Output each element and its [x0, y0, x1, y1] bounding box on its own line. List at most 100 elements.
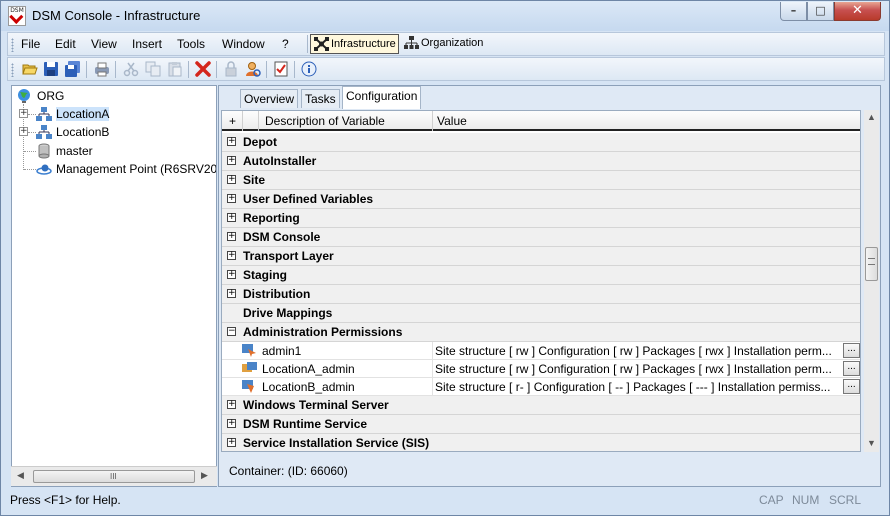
expand-box[interactable]: + [227, 438, 236, 447]
menu-view[interactable]: View [91, 37, 117, 51]
column-header-description[interactable]: Description of Variable [265, 114, 385, 128]
group-row-drive-mappings[interactable]: Drive Mappings [222, 304, 860, 323]
group-row-dsm-console[interactable]: + DSM Console [222, 228, 860, 247]
menu-insert[interactable]: Insert [132, 37, 162, 51]
group-row-site[interactable]: + Site [222, 171, 860, 190]
toolbar-separator [115, 61, 116, 78]
tree-item-label: Management Point (R6SRV20C [56, 162, 217, 176]
close-icon: ✕ [852, 3, 863, 18]
permission-value[interactable]: Site structure [ rw ] Configuration [ rw… [435, 344, 841, 358]
group-row-windows-terminal-server[interactable]: + Windows Terminal Server [222, 396, 860, 415]
expand-box[interactable]: + [227, 251, 236, 260]
scroll-left-icon[interactable]: ◀ [17, 470, 24, 481]
permission-row-admin1[interactable]: admin1 Site structure [ rw ] Configurati… [222, 342, 860, 360]
tree-item-management-point[interactable]: Management Point (R6SRV20C [12, 160, 217, 178]
paste-icon[interactable] [167, 61, 183, 77]
toolbar-separator [188, 61, 189, 78]
tree-item-locationa[interactable]: + LocationA [12, 105, 216, 123]
menu-file[interactable]: File [21, 37, 40, 51]
edit-permission-button[interactable]: ... [843, 343, 860, 358]
menu-grip[interactable] [11, 38, 14, 52]
group-row-depot[interactable]: + Depot [222, 133, 860, 152]
group-row-distribution[interactable]: + Distribution [222, 285, 860, 304]
column-header-value[interactable]: Value [437, 114, 467, 128]
group-row-service-installation-service[interactable]: + Service Installation Service (SIS) [222, 434, 860, 451]
group-row-autoinstaller[interactable]: + AutoInstaller [222, 152, 860, 171]
scroll-thumb[interactable] [865, 247, 878, 281]
menu-help[interactable]: ? [282, 37, 289, 51]
thumb-grip: III [110, 472, 117, 481]
menu-window[interactable]: Window [222, 37, 265, 51]
delete-icon[interactable] [195, 61, 211, 77]
status-text: Press <F1> for Help. [10, 493, 121, 507]
expand-box[interactable]: + [227, 232, 236, 241]
grid-vertical-scrollbar[interactable]: ▲ ▼ [864, 110, 879, 452]
menu-tools[interactable]: Tools [177, 37, 205, 51]
print-icon[interactable] [94, 61, 110, 77]
grid-header: + Description of Variable Value [222, 111, 860, 131]
info-icon[interactable] [301, 61, 317, 77]
expand-box[interactable]: + [227, 137, 236, 146]
group-title: Service Installation Service (SIS) [243, 436, 430, 450]
permission-row-locationb-admin[interactable]: LocationB_admin Site structure [ r- ] Co… [222, 378, 860, 396]
collapse-box[interactable]: − [227, 327, 236, 336]
permission-row-locationa-admin[interactable]: LocationA_admin Site structure [ rw ] Co… [222, 360, 860, 378]
save-icon[interactable] [43, 61, 59, 77]
group-row-administration-permissions[interactable]: − Administration Permissions [222, 323, 860, 342]
group-row-staging[interactable]: + Staging [222, 266, 860, 285]
dsm-app-icon[interactable]: DSM [8, 6, 26, 26]
menu-separator [307, 35, 308, 53]
group-title: Transport Layer [243, 249, 334, 263]
group-row-transport-layer[interactable]: + Transport Layer [222, 247, 860, 266]
expand-all-button[interactable]: + [229, 114, 236, 128]
tree-item-locationb[interactable]: + LocationB [12, 123, 216, 141]
expand-box[interactable]: + [227, 270, 236, 279]
group-row-dsm-runtime-service[interactable]: + DSM Runtime Service [222, 415, 860, 434]
tree-horizontal-scrollbar[interactable]: ◀ III ▶ [11, 466, 217, 486]
infrastructure-view-button[interactable]: Infrastructure [310, 34, 399, 54]
tree-expander[interactable]: + [19, 127, 28, 136]
edit-permission-button[interactable]: ... [843, 361, 860, 376]
close-button[interactable]: ✕ [834, 2, 881, 21]
group-row-user-defined-variables[interactable]: + User Defined Variables [222, 190, 860, 209]
permission-value[interactable]: Site structure [ rw ] Configuration [ rw… [435, 362, 841, 376]
expand-box[interactable]: + [227, 194, 236, 203]
expand-box[interactable]: + [227, 289, 236, 298]
permission-name: LocationA_admin [262, 362, 355, 376]
organization-view-label: Organization [421, 37, 484, 49]
expand-box[interactable]: + [227, 400, 236, 409]
checklist-icon[interactable] [273, 61, 289, 77]
tab-tasks[interactable]: Tasks [301, 89, 340, 108]
toolbar-grip[interactable] [11, 63, 14, 77]
open-folder-icon[interactable] [22, 61, 38, 77]
cut-icon[interactable] [123, 61, 139, 77]
scroll-down-icon[interactable]: ▼ [867, 438, 876, 448]
tree-root[interactable]: ORG [12, 87, 216, 105]
expand-box[interactable]: + [227, 419, 236, 428]
column-divider [242, 111, 243, 131]
tab-configuration[interactable]: Configuration [342, 86, 422, 109]
expand-box[interactable]: + [227, 175, 236, 184]
scroll-up-icon[interactable]: ▲ [867, 112, 876, 122]
lock-icon[interactable] [223, 61, 239, 77]
expand-box[interactable]: + [227, 213, 236, 222]
column-divider[interactable] [432, 111, 433, 131]
scroll-right-icon[interactable]: ▶ [201, 470, 208, 481]
edit-permission-button[interactable]: ... [843, 379, 860, 394]
save-all-icon[interactable] [65, 61, 81, 77]
organization-view-button[interactable]: Organization [401, 34, 485, 54]
title-bar[interactable]: DSM DSM Console - Infrastructure – □ ✕ [1, 1, 889, 31]
scroll-thumb[interactable]: III [33, 470, 195, 483]
menu-edit[interactable]: Edit [55, 37, 76, 51]
user-search-icon[interactable] [245, 61, 261, 77]
minimize-button[interactable]: – [780, 2, 807, 21]
permission-value[interactable]: Site structure [ r- ] Configuration [ --… [435, 380, 841, 394]
tab-overview[interactable]: Overview [240, 89, 299, 108]
maximize-button[interactable]: □ [807, 2, 834, 21]
tree-item-label: LocationA [56, 107, 110, 121]
expand-box[interactable]: + [227, 156, 236, 165]
tree-item-master[interactable]: master [12, 142, 216, 160]
group-row-reporting[interactable]: + Reporting [222, 209, 860, 228]
tree-expander[interactable]: + [19, 109, 28, 118]
copy-icon[interactable] [145, 61, 161, 77]
